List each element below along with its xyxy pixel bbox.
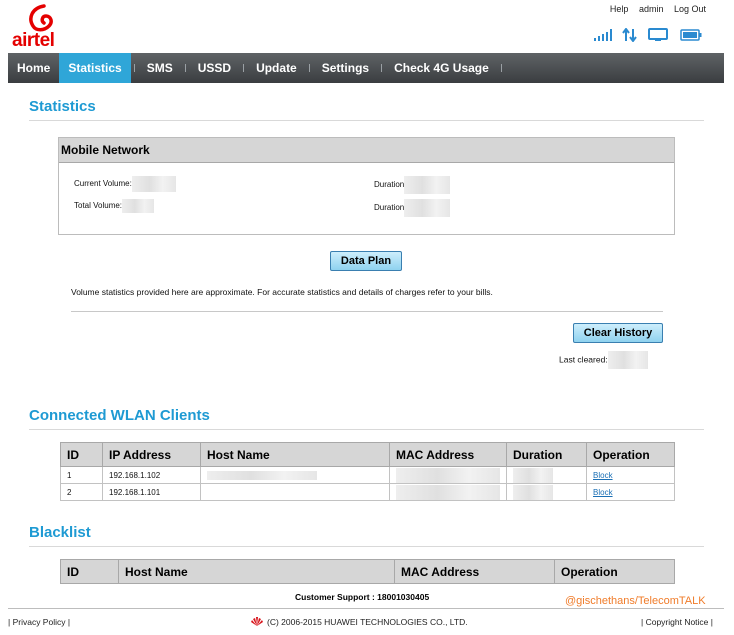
row-duration-redacted — [506, 483, 587, 501]
nav-update[interactable]: Update — [247, 53, 306, 83]
row-duration-redacted — [506, 466, 587, 484]
copyright-text: (C) 2006-2015 HUAWEI TECHNOLOGIES CO., L… — [267, 617, 468, 627]
column-header-id: ID — [60, 442, 103, 467]
last-cleared: Last cleared: — [559, 351, 648, 369]
nav-separator — [184, 64, 186, 72]
nav-check-4g-usage[interactable]: Check 4G Usage — [385, 53, 498, 83]
nav-sms[interactable]: SMS — [138, 53, 182, 83]
total-volume-value-redacted — [122, 199, 155, 213]
nav-separator — [133, 64, 135, 72]
section-divider — [29, 429, 704, 430]
column-header-mac-address: MAC Address — [394, 559, 555, 584]
nav-ussd[interactable]: USSD — [189, 53, 240, 83]
row-host-name-redacted — [200, 466, 390, 484]
row-mac-address-redacted — [389, 483, 507, 501]
footer-copyright: (C) 2006-2015 HUAWEI TECHNOLOGIES CO., L… — [250, 617, 468, 627]
duration-row-1: Duration — [374, 176, 451, 194]
duration-value-redacted — [404, 176, 451, 194]
duration-value-redacted — [404, 199, 451, 217]
redacted-value — [396, 467, 500, 483]
row-operation: Block — [586, 466, 675, 484]
section-divider — [29, 120, 704, 121]
footer-privacy-wrap: | Privacy Policy | — [8, 617, 71, 627]
monitor-icon — [648, 28, 668, 41]
footer-divider — [8, 608, 724, 609]
duration-label: Duration — [374, 203, 405, 213]
duration-row-2: Duration — [374, 199, 451, 217]
table-row: 1 192.168.1.102 Block — [60, 466, 675, 484]
block-link[interactable]: Block — [593, 488, 613, 497]
column-header-mac-address: MAC Address — [389, 442, 507, 467]
help-link[interactable]: Help — [610, 4, 629, 14]
current-volume-row: Current Volume: — [74, 176, 176, 192]
redacted-value — [513, 484, 553, 500]
mobile-network-header: Mobile Network — [59, 138, 674, 163]
privacy-policy-link[interactable]: Privacy Policy — [13, 617, 66, 627]
data-plan-button[interactable]: Data Plan — [330, 251, 402, 271]
row-id: 2 — [60, 483, 103, 501]
nav-separator — [500, 64, 502, 72]
last-cleared-label: Last cleared: — [559, 354, 608, 365]
user-name: admin — [638, 4, 664, 14]
wlan-clients-table: ID IP Address Host Name MAC Address Dura… — [60, 442, 675, 501]
current-volume-label: Current Volume: — [74, 179, 132, 189]
table-row: 2 192.168.1.101 Block — [60, 483, 675, 501]
nav-settings[interactable]: Settings — [313, 53, 378, 83]
brand-name: airtel — [12, 30, 55, 51]
current-volume-value-redacted — [131, 176, 176, 192]
nav-separator — [308, 64, 310, 72]
statistics-title: Statistics — [29, 98, 96, 115]
note-divider — [71, 311, 663, 312]
column-header-ip-address: IP Address — [102, 442, 201, 467]
row-ip-address: 192.168.1.101 — [102, 483, 201, 501]
customer-support: Customer Support : 18001030405 — [295, 592, 430, 602]
top-links: Help admin Log Out — [602, 4, 706, 14]
volume-note: Volume statistics provided here are appr… — [71, 287, 493, 297]
section-divider — [29, 546, 704, 547]
airtel-swirl-icon — [29, 4, 53, 32]
column-header-id: ID — [60, 559, 119, 584]
watermark-text: @gischethans/TelecomTALK — [565, 595, 706, 607]
wlan-clients-title: Connected WLAN Clients — [29, 407, 210, 424]
block-link[interactable]: Block — [593, 471, 613, 480]
row-id: 1 — [60, 466, 103, 484]
column-header-host-name: Host Name — [200, 442, 390, 467]
airtel-logo: airtel — [12, 4, 68, 52]
main-nav: Home Statistics SMS USSD Update Settings… — [8, 53, 724, 83]
total-volume-row: Total Volume: — [74, 199, 155, 213]
row-operation: Block — [586, 483, 675, 501]
row-mac-address-redacted — [389, 466, 507, 484]
blacklist-title: Blacklist — [29, 524, 91, 541]
status-icons — [594, 26, 702, 44]
footer-notice-wrap: | Copyright Notice | — [641, 617, 713, 627]
mobile-network-panel: Mobile Network Current Volume: Total Vol… — [58, 137, 675, 235]
column-header-host-name: Host Name — [118, 559, 395, 584]
nav-statistics[interactable]: Statistics — [59, 53, 131, 83]
data-transfer-icon — [622, 28, 637, 42]
copyright-notice-link[interactable]: Copyright Notice — [646, 617, 709, 627]
column-header-operation: Operation — [554, 559, 675, 584]
nav-separator — [381, 64, 383, 72]
row-ip-address: 192.168.1.102 — [102, 466, 201, 484]
redacted-value — [513, 467, 553, 483]
logout-link[interactable]: Log Out — [674, 4, 706, 14]
blacklist-table: ID Host Name MAC Address Operation — [60, 559, 675, 584]
last-cleared-value-redacted — [607, 351, 648, 369]
redacted-value — [396, 484, 500, 500]
signal-icon — [594, 29, 612, 41]
column-header-operation: Operation — [586, 442, 675, 467]
row-host-name — [200, 483, 390, 501]
clear-history-button[interactable]: Clear History — [573, 323, 663, 343]
total-volume-label: Total Volume: — [74, 201, 123, 211]
redacted-value — [207, 470, 317, 480]
nav-home[interactable]: Home — [8, 53, 59, 83]
nav-separator — [243, 64, 245, 72]
column-header-duration: Duration — [506, 442, 587, 467]
table-header-row: ID IP Address Host Name MAC Address Dura… — [60, 442, 675, 467]
battery-icon — [680, 29, 702, 41]
table-header-row: ID Host Name MAC Address Operation — [60, 559, 675, 584]
huawei-logo-icon — [251, 617, 263, 626]
duration-label: Duration — [374, 180, 405, 190]
